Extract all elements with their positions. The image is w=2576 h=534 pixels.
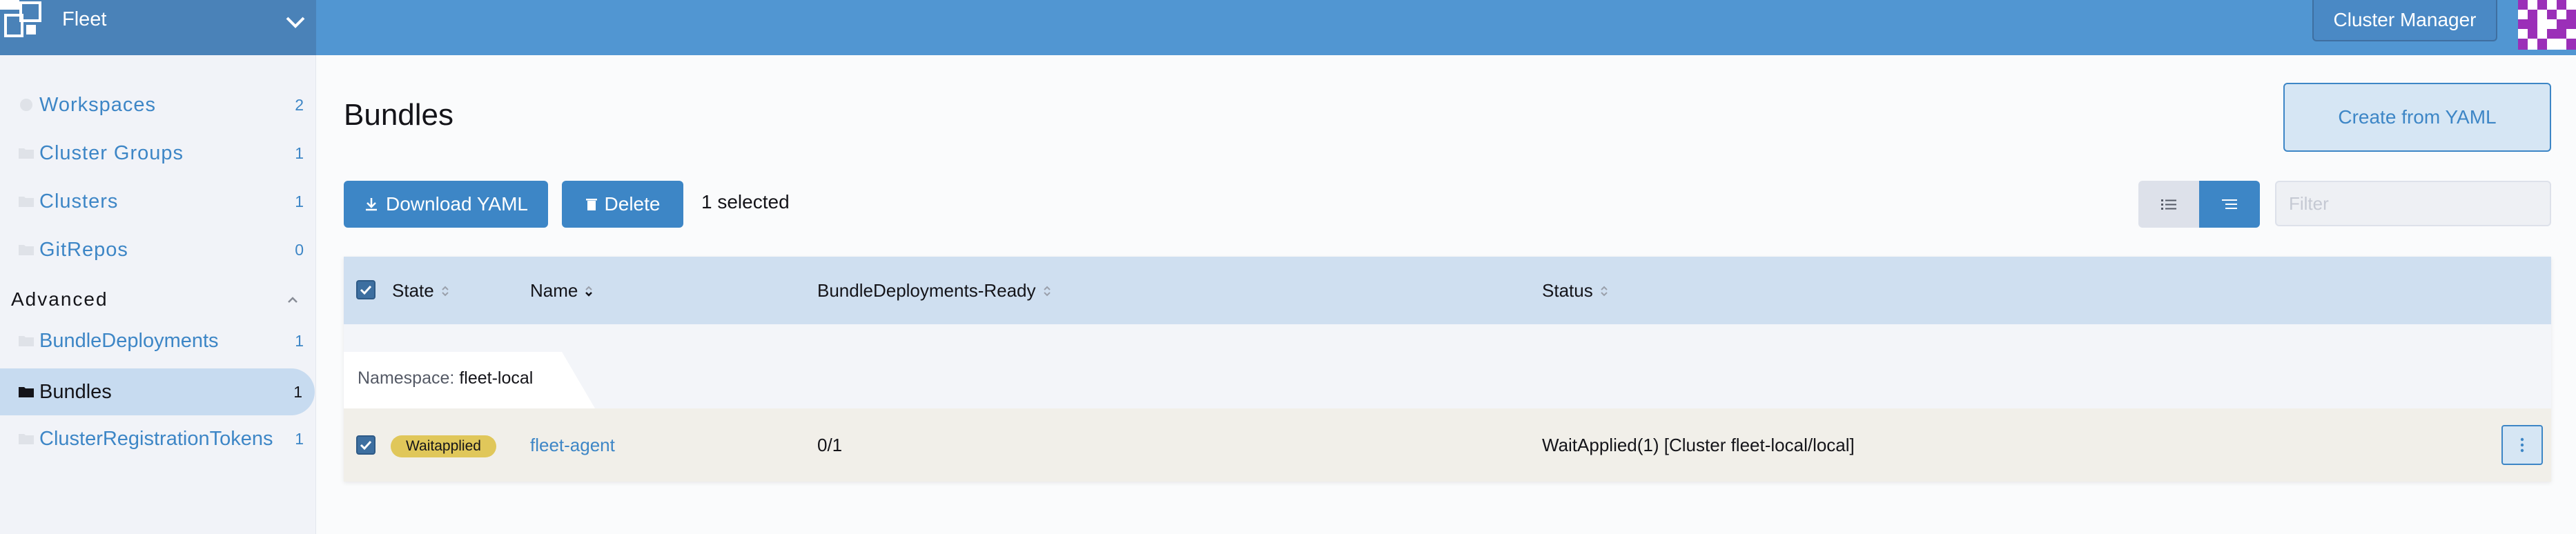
sidebar-item-label: BundleDeployments xyxy=(39,329,219,352)
sidebar-item-label: Cluster Groups xyxy=(39,141,184,164)
cluster-manager-button[interactable]: Cluster Manager xyxy=(2312,0,2497,41)
sidebar-item-count: 1 xyxy=(295,192,304,210)
namespace-group-label: Namespace: fleet-local xyxy=(358,368,533,388)
fleet-logo-icon xyxy=(0,0,41,37)
state-badge: Waitapplied xyxy=(391,435,496,457)
folder-icon xyxy=(19,434,34,444)
sidebar-item-gitrepos[interactable]: GitRepos 0 xyxy=(0,226,316,273)
column-header-label: BundleDeployments-Ready xyxy=(817,280,1036,301)
namespace-key: Namespace: xyxy=(358,368,455,388)
sort-icon xyxy=(442,286,449,296)
bundle-name-link[interactable]: fleet-agent xyxy=(530,435,615,456)
sidebar-group-advanced[interactable]: Advanced xyxy=(11,288,108,310)
view-toggle xyxy=(2138,181,2260,228)
sort-icon xyxy=(1043,286,1051,296)
user-avatar[interactable] xyxy=(2518,0,2576,50)
sidebar-item-count: 1 xyxy=(293,382,302,401)
delete-button[interactable]: Delete xyxy=(562,181,683,228)
sidebar-item-workspaces[interactable]: Workspaces 2 xyxy=(0,81,316,128)
sidebar-item-label: Clusters xyxy=(39,190,119,212)
chevron-up-icon[interactable] xyxy=(286,295,300,305)
folder-icon xyxy=(19,197,34,207)
download-yaml-label: Download YAML xyxy=(386,193,528,215)
sidebar-item-count: 0 xyxy=(295,240,304,259)
column-header-label: Name xyxy=(530,280,578,301)
circle-icon xyxy=(20,99,32,111)
sidebar-item-count: 1 xyxy=(295,429,304,448)
row-checkbox[interactable] xyxy=(356,435,375,455)
column-header-label: Status xyxy=(1542,280,1593,301)
grouped-list-icon xyxy=(2222,199,2237,209)
column-header-state[interactable]: State xyxy=(392,280,449,301)
download-yaml-button[interactable]: Download YAML xyxy=(344,181,548,228)
more-vertical-icon xyxy=(2520,437,2524,453)
status-cell: WaitApplied(1) [Cluster fleet-local/loca… xyxy=(1542,435,1855,455)
bundledeployments-ready-cell: 0/1 xyxy=(817,435,843,455)
sidebar-item-label: GitRepos xyxy=(39,238,128,261)
group-band xyxy=(344,324,2551,408)
sidebar-item-count: 1 xyxy=(295,144,304,162)
download-icon xyxy=(366,198,378,211)
sidebar-item-label: Workspaces xyxy=(39,93,157,116)
sidebar-item-count: 1 xyxy=(295,331,304,350)
folder-icon xyxy=(19,336,34,346)
column-header-bundledeployments-ready[interactable]: BundleDeployments-Ready xyxy=(817,280,1051,301)
list-icon xyxy=(2161,199,2176,210)
sort-desc-icon xyxy=(585,286,593,297)
product-switcher[interactable]: Fleet xyxy=(0,0,316,55)
bundles-table: State Name BundleDeployments-Ready Statu… xyxy=(344,257,2551,482)
flat-list-view-button[interactable] xyxy=(2138,181,2199,228)
sidebar-item-clusterregistrationtokens[interactable]: ClusterRegistrationTokens 1 xyxy=(0,415,316,462)
column-header-label: State xyxy=(392,280,434,301)
trash-icon xyxy=(585,199,597,210)
grouped-view-button[interactable] xyxy=(2199,181,2260,228)
chevron-down-icon[interactable] xyxy=(282,10,309,34)
top-header: Fleet Cluster Manager xyxy=(0,0,2576,55)
column-header-name[interactable]: Name xyxy=(530,280,593,301)
folder-icon xyxy=(19,387,34,397)
sidebar-item-bundledeployments[interactable]: BundleDeployments 1 xyxy=(0,317,316,364)
table-row[interactable]: Waitapplied fleet-agent 0/1 WaitApplied(… xyxy=(344,408,2551,482)
sidebar-item-bundles[interactable]: Bundles 1 xyxy=(0,368,315,415)
row-actions-button[interactable] xyxy=(2501,425,2543,465)
sidebar-item-label: ClusterRegistrationTokens xyxy=(39,427,273,450)
folder-icon xyxy=(19,245,34,255)
column-header-status[interactable]: Status xyxy=(1542,280,1608,301)
sidebar-item-clusters[interactable]: Clusters 1 xyxy=(0,178,316,225)
sidebar-item-cluster-groups[interactable]: Cluster Groups 1 xyxy=(0,130,316,177)
check-icon xyxy=(360,440,372,450)
sort-icon xyxy=(1601,286,1608,296)
select-all-checkbox[interactable] xyxy=(356,280,375,299)
selected-count: 1 selected xyxy=(701,191,790,212)
app-title: Fleet xyxy=(62,8,107,30)
page-title: Bundles xyxy=(344,98,454,132)
check-icon xyxy=(360,285,372,295)
folder-icon xyxy=(19,148,34,159)
delete-label: Delete xyxy=(604,193,661,215)
sidebar-item-count: 2 xyxy=(295,95,304,114)
create-from-yaml-button[interactable]: Create from YAML xyxy=(2283,83,2551,152)
table-header: State Name BundleDeployments-Ready Statu… xyxy=(344,257,2551,324)
filter-input[interactable] xyxy=(2275,181,2551,226)
sidebar-item-label: Bundles xyxy=(39,380,112,403)
namespace-value: fleet-local xyxy=(459,368,534,388)
